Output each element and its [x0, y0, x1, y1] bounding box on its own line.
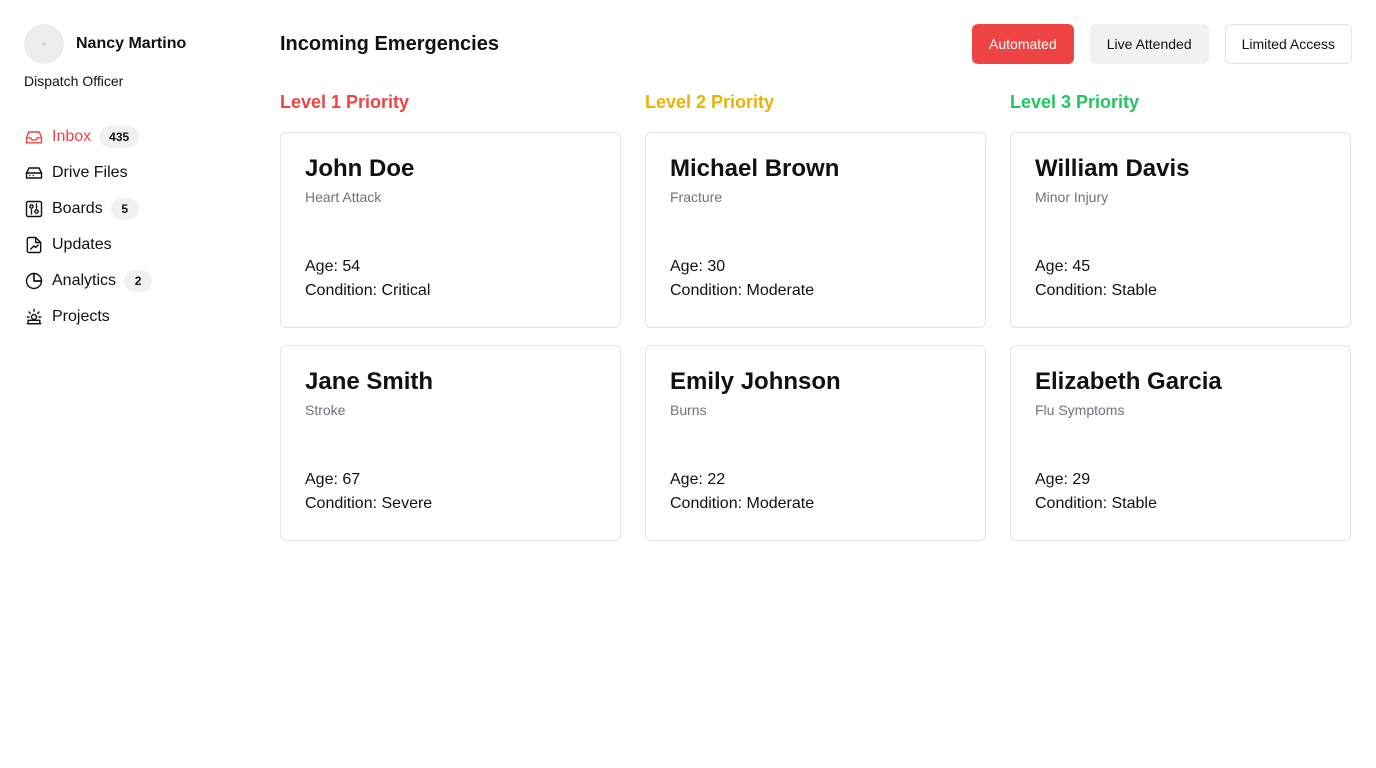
emergency-card[interactable]: John Doe Heart Attack Age: 54 Condition:… [280, 132, 621, 328]
priority-columns: Level 1 Priority John Doe Heart Attack A… [280, 90, 1352, 541]
patient-condition: Condition: Critical [305, 282, 431, 299]
boards-icon [24, 199, 44, 219]
patient-condition: Condition: Stable [1035, 495, 1157, 512]
analytics-icon [24, 271, 44, 291]
sidebar-item-label: Updates [52, 236, 112, 253]
patient-condition: Condition: Moderate [670, 282, 815, 299]
updates-icon [24, 235, 44, 255]
sidebar-item-drive-files[interactable]: Drive Files [24, 155, 244, 191]
avatar-placeholder-icon [42, 42, 46, 46]
patient-details: Age: 54 Condition: Critical [305, 255, 430, 303]
boards-count-badge: 5 [110, 198, 139, 220]
patient-condition: Condition: Stable [1035, 282, 1157, 299]
priority-column-level-3: Level 3 Priority William Davis Minor Inj… [1010, 90, 1351, 541]
emergency-type: Burns [670, 402, 707, 418]
patient-details: Age: 29 Condition: Stable [1035, 468, 1157, 516]
inbox-count-badge: 435 [99, 126, 140, 148]
sidebar-item-boards[interactable]: Boards 5 [24, 191, 244, 227]
user-profile: Nancy Martino [24, 24, 244, 64]
patient-details: Age: 67 Condition: Severe [305, 468, 432, 516]
emergency-type: Stroke [305, 402, 346, 418]
sidebar-item-label: Drive Files [52, 164, 128, 181]
patient-age: Age: 45 [1035, 258, 1091, 275]
analytics-count-badge: 2 [124, 270, 153, 292]
sidebar-item-label: Inbox [52, 128, 92, 145]
avatar[interactable] [24, 24, 64, 64]
patient-age: Age: 67 [305, 471, 361, 488]
inbox-icon [24, 127, 44, 147]
emergency-card[interactable]: Elizabeth Garcia Flu Symptoms Age: 29 Co… [1010, 345, 1351, 541]
patient-details: Age: 30 Condition: Moderate [670, 255, 814, 303]
patient-condition: Condition: Moderate [670, 495, 815, 512]
limited-access-mode-button[interactable]: Limited Access [1224, 24, 1352, 64]
emergency-card-list: Michael Brown Fracture Age: 30 Condition… [645, 132, 986, 541]
sidebar-item-updates[interactable]: Updates [24, 227, 244, 263]
emergency-type: Minor Injury [1035, 189, 1109, 205]
priority-column-level-1: Level 1 Priority John Doe Heart Attack A… [280, 90, 621, 541]
patient-name: William Davis [1035, 155, 1190, 182]
patient-age: Age: 54 [305, 258, 361, 275]
emergency-card[interactable]: William Davis Minor Injury Age: 45 Condi… [1010, 132, 1351, 328]
sidebar-item-projects[interactable]: Projects [24, 299, 244, 335]
patient-name: Elizabeth Garcia [1035, 368, 1222, 395]
patient-age: Age: 30 [670, 258, 726, 275]
emergency-card[interactable]: Michael Brown Fracture Age: 30 Condition… [645, 132, 986, 328]
patient-age: Age: 22 [670, 471, 726, 488]
priority-column-level-2: Level 2 Priority Michael Brown Fracture … [645, 90, 986, 541]
emergency-type: Fracture [670, 189, 723, 205]
patient-name: Emily Johnson [670, 368, 841, 395]
sidebar-item-label: Boards [52, 200, 103, 217]
page-title: Incoming Emergencies [280, 33, 499, 55]
patient-age: Age: 29 [1035, 471, 1091, 488]
patient-name: Michael Brown [670, 155, 840, 182]
emergency-card-list: John Doe Heart Attack Age: 54 Condition:… [280, 132, 621, 541]
user-role: Dispatch Officer [24, 73, 124, 89]
level-title: Level 3 Priority [1010, 92, 1140, 112]
sidebar-item-label: Projects [52, 308, 110, 325]
drive-icon [24, 163, 44, 183]
mode-toggle-group: Automated Live Attended Limited Access [972, 24, 1352, 64]
emergency-type: Heart Attack [305, 189, 382, 205]
sidebar-nav: Inbox 435 Drive Files Boards 5 Updates A… [24, 119, 244, 335]
patient-details: Age: 45 Condition: Stable [1035, 255, 1157, 303]
user-name: Nancy Martino [76, 35, 187, 52]
emergency-type: Flu Symptoms [1035, 402, 1125, 418]
emergency-card[interactable]: Jane Smith Stroke Age: 67 Condition: Sev… [280, 345, 621, 541]
projects-icon [24, 307, 44, 327]
emergency-card[interactable]: Emily Johnson Burns Age: 22 Condition: M… [645, 345, 986, 541]
sidebar-item-label: Analytics [52, 272, 117, 289]
emergency-card-list: William Davis Minor Injury Age: 45 Condi… [1010, 132, 1351, 541]
sidebar-item-inbox[interactable]: Inbox 435 [24, 119, 244, 155]
live-attended-mode-button[interactable]: Live Attended [1089, 24, 1209, 64]
automated-mode-button[interactable]: Automated [972, 24, 1074, 64]
patient-details: Age: 22 Condition: Moderate [670, 468, 814, 516]
patient-condition: Condition: Severe [305, 495, 433, 512]
sidebar: Nancy Martino Dispatch Officer Inbox 435… [24, 24, 244, 335]
level-title: Level 1 Priority [280, 92, 410, 112]
patient-name: Jane Smith [305, 368, 434, 395]
level-title: Level 2 Priority [645, 92, 775, 112]
patient-name: John Doe [305, 155, 415, 182]
sidebar-item-analytics[interactable]: Analytics 2 [24, 263, 244, 299]
